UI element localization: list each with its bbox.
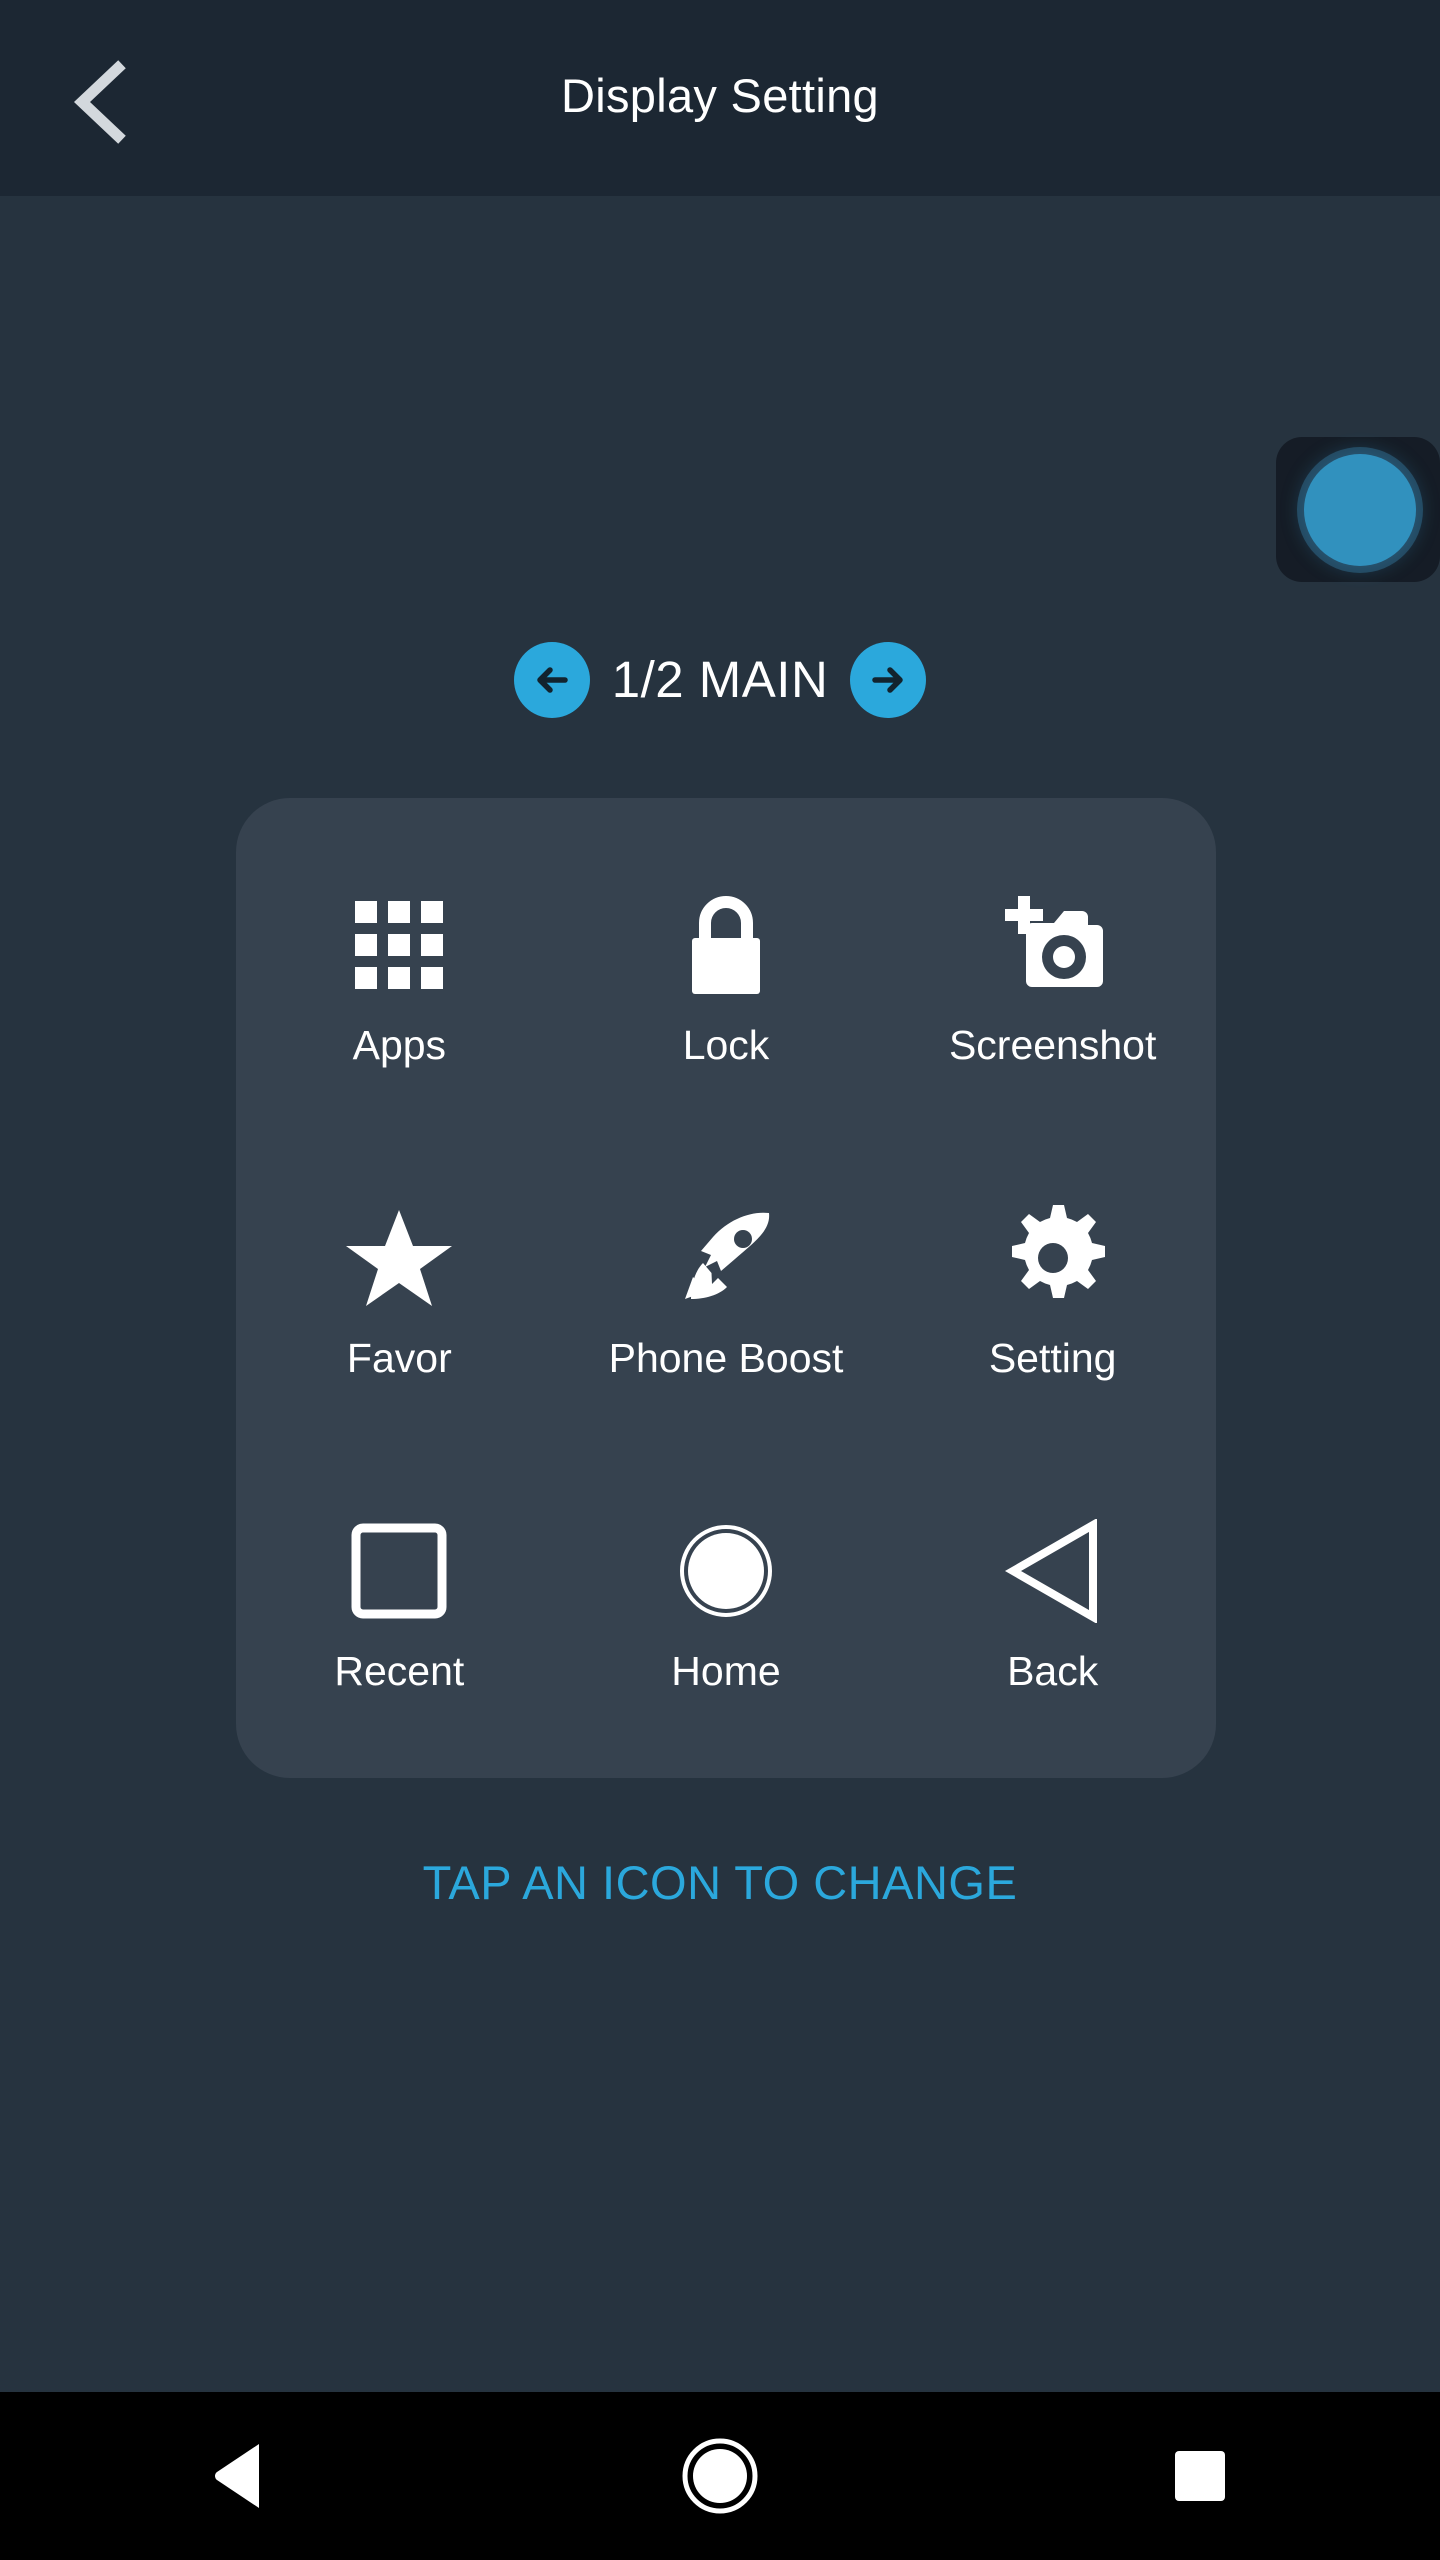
grid-item-label: Screenshot: [948, 1021, 1157, 1068]
lock-icon: [678, 885, 774, 1005]
square-outline-icon: [349, 1511, 449, 1631]
pager-label: 1/2 MAIN: [611, 651, 829, 708]
nav-back-triangle-icon[interactable]: [160, 2416, 320, 2536]
pager-prev-button[interactable]: [513, 642, 590, 718]
gear-icon: [1000, 1198, 1106, 1318]
camera-plus-icon: [997, 885, 1109, 1005]
icon-grid-card: Apps Lock Screenshot Favor Phone Boost S…: [236, 798, 1216, 1778]
system-navigation-bar: [0, 2392, 1440, 2560]
triangle-left-icon: [1001, 1511, 1105, 1631]
grid-item-label: Setting: [988, 1334, 1117, 1381]
grid-item-lock[interactable]: Lock: [563, 820, 890, 1133]
rocket-icon: [673, 1198, 779, 1318]
grid-item-label: Apps: [352, 1021, 447, 1068]
circle-icon: [676, 1511, 776, 1631]
nav-home-circle-icon[interactable]: [640, 2416, 800, 2536]
grid-item-apps[interactable]: Apps: [236, 820, 563, 1133]
page-title: Display Setting: [561, 69, 879, 122]
nav-recents-square-icon[interactable]: [1120, 2416, 1280, 2536]
grid-item-setting[interactable]: Setting: [889, 1133, 1216, 1446]
floating-ball-icon[interactable]: [1276, 437, 1440, 582]
page-selector: 1/2 MAIN: [0, 625, 1440, 735]
floating-ball-core: [1304, 454, 1416, 566]
grid-item-recent[interactable]: Recent: [236, 1447, 563, 1760]
grid-item-label: Phone Boost: [608, 1334, 844, 1381]
hint-text: TAP AN ICON TO CHANGE: [422, 1856, 1018, 1909]
grid-item-label: Recent: [334, 1648, 465, 1695]
grid-item-phone-boost[interactable]: Phone Boost: [563, 1133, 890, 1446]
grid-item-label: Home: [671, 1648, 781, 1695]
grid-item-label: Favor: [346, 1334, 452, 1381]
grid-item-label: Lock: [682, 1021, 770, 1068]
app-header: Display Setting: [0, 0, 1440, 196]
grid-item-home[interactable]: Home: [563, 1447, 890, 1760]
grid-item-back[interactable]: Back: [889, 1447, 1216, 1760]
grid-item-label: Back: [1007, 1648, 1099, 1695]
star-icon: [344, 1198, 454, 1318]
apps-grid-icon: [351, 885, 447, 1005]
pager-next-button[interactable]: [850, 642, 927, 718]
grid-item-favor[interactable]: Favor: [236, 1133, 563, 1446]
grid-item-screenshot[interactable]: Screenshot: [889, 820, 1216, 1133]
